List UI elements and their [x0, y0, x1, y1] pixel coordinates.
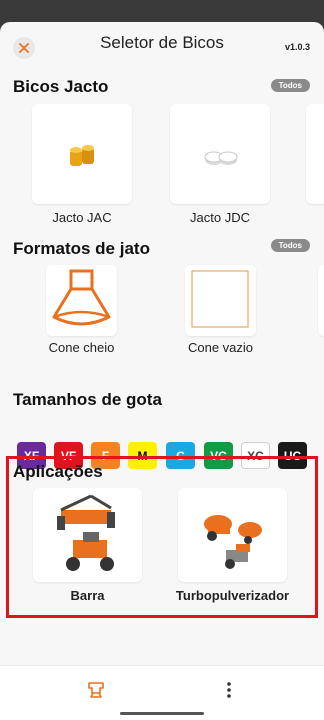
jet-card-full-cone[interactable] — [46, 265, 117, 336]
nozzle-nav-icon[interactable] — [86, 680, 106, 700]
version-label: v1.0.3 — [284, 42, 310, 52]
jet-card-next[interactable] — [318, 265, 324, 336]
jet-label-full-cone: Cone cheio — [48, 340, 115, 355]
nozzle-label-jac: Jacto JAC — [52, 210, 112, 225]
section-title-nozzles: Bicos Jacto — [13, 77, 109, 96]
jet-label-hollow-cone: Cone vazio — [187, 340, 254, 355]
section-title-jets: Formatos de jato — [13, 239, 150, 258]
full-cone-icon — [52, 269, 111, 326]
application-label-turbo: Turbopulverizador — [175, 588, 290, 603]
section-title-applications: Aplicações — [13, 462, 103, 481]
home-indicator[interactable] — [120, 712, 204, 715]
header: Seletor de Bicos v1.0.3 — [0, 22, 324, 72]
jac-nozzle-icon — [70, 145, 94, 166]
application-card-boom[interactable] — [33, 488, 142, 582]
jets-all-button[interactable]: Todos — [270, 239, 310, 252]
jdc-nozzle-icon — [204, 151, 238, 165]
page-title: Seletor de Bicos — [100, 33, 224, 52]
hollow-cone-icon — [191, 270, 249, 328]
nozzle-card-jac[interactable] — [32, 104, 132, 204]
boom-sprayer-icon — [57, 494, 115, 571]
application-label-boom: Barra — [70, 588, 105, 603]
more-options-icon[interactable] — [222, 680, 236, 700]
jet-card-hollow-cone[interactable] — [185, 265, 256, 336]
nozzle-label-jdc: Jacto JDC — [190, 210, 250, 225]
nozzle-card-jdc[interactable] — [170, 104, 270, 204]
nozzle-card-next[interactable] — [306, 104, 324, 204]
section-title-drops: Tamanhos de gota — [13, 390, 162, 409]
app-sheet: Seletor de Bicos v1.0.3 Bicos Jacto Todo… — [0, 22, 324, 720]
turbo-sprayer-icon — [204, 515, 262, 569]
application-card-turbo[interactable] — [178, 488, 287, 582]
nozzles-all-button[interactable]: Todos — [270, 79, 310, 92]
